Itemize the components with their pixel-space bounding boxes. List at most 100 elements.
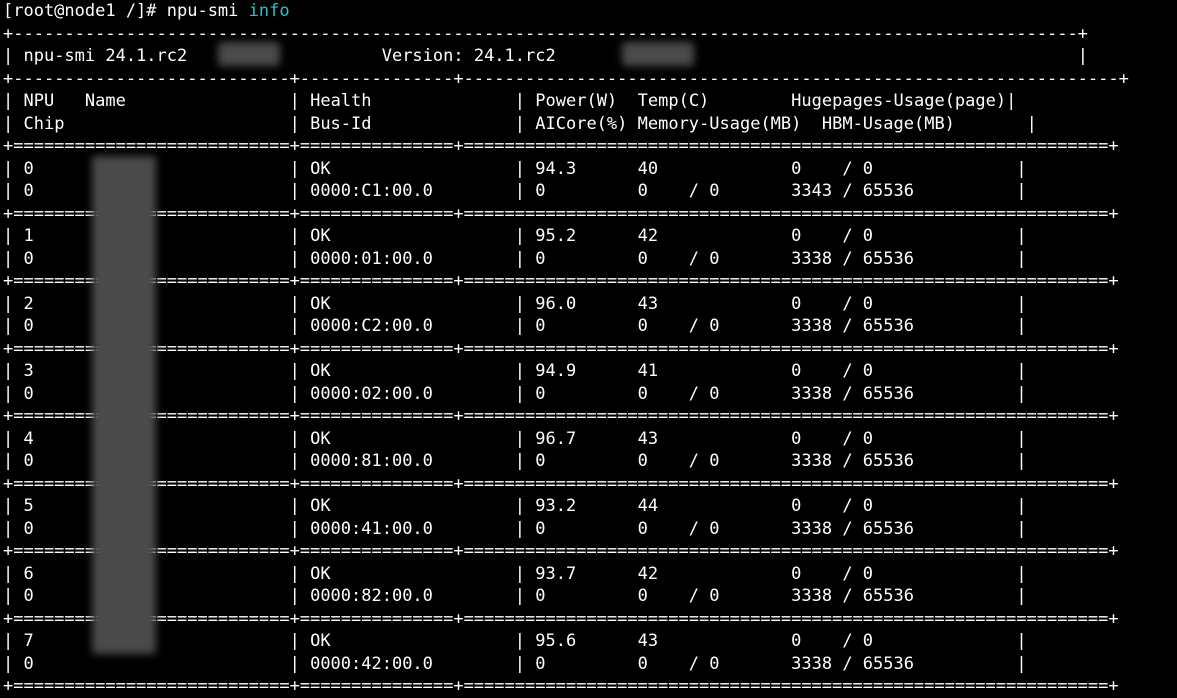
command-argument: info [248,1,290,21]
hugepages-usage: 0 / 0 [791,226,1017,246]
redacted-region [622,42,694,66]
memory-usage: 0 / 0 [637,586,792,606]
col-hbm: HBM-Usage(MB) [821,113,1007,134]
col-memory: Memory-Usage(MB) [637,113,822,134]
temp-value: 41 [637,361,792,381]
memory-usage: 0 / 0 [637,383,792,404]
memory-usage: 0 / 0 [637,248,792,269]
hbm-usage: 3338 / 65536 [791,248,1017,269]
hugepages-usage: 0 / 0 [791,293,1017,314]
hbm-usage: 3338 / 65536 [791,316,1017,336]
npu-id: 3 [23,361,290,381]
terminal-window[interactable]: [root@node1 /]# npu-smi info +----------… [0,0,1177,696]
power-value: 95.2 [535,226,638,246]
table-top-border: +---------------------------------------… [3,23,1088,44]
bus-id: 0000:42:00.0 [310,653,515,674]
aicore-value: 0 [535,383,638,404]
col-npu: NPU [23,91,85,111]
bus-id: 0000:C2:00.0 [310,316,515,336]
device-row-secondary: | 0 | 0000:82:00.0 | 0 0 / 0 3338 / 6553… [3,586,1027,606]
chip-id: 0 [23,451,290,471]
chip-id: 0 [23,316,290,336]
device-row-primary: | 1 | OK | 95.2 42 0 / 0 | [3,226,1027,246]
table-separator: +===========================+===========… [3,608,1119,629]
redacted-region [218,42,280,66]
version-row: | npu-smi 24.1.rc2 Version: 24.1.rc2 | [3,46,1088,66]
device-row-secondary: | 0 | 0000:01:00.0 | 0 0 / 0 3338 / 6553… [3,248,1027,269]
aicore-value: 0 [535,653,638,674]
redacted-region [92,156,156,654]
power-value: 94.9 [535,361,638,381]
chip-id: 0 [23,181,290,201]
aicore-value: 0 [535,586,638,606]
hbm-usage: 3338 / 65536 [791,451,1017,471]
col-name: Name [84,91,290,111]
col-power: Power(W) [535,91,638,111]
bus-id: 0000:41:00.0 [310,518,515,539]
table-separator: +===========================+===========… [3,203,1119,224]
col-chip: Chip [23,113,290,134]
chip-id: 0 [23,383,290,404]
col-aicore: AICore(%) [535,113,638,134]
aicore-value: 0 [535,181,638,201]
device-row-secondary: | 0 | 0000:41:00.0 | 0 0 / 0 3338 / 6553… [3,518,1027,539]
health-status: OK [310,293,515,314]
health-status: OK [310,361,515,381]
power-value: 96.0 [535,293,638,314]
npu-id: 5 [23,496,290,516]
memory-usage: 0 / 0 [637,181,792,201]
hugepages-usage: 0 / 0 [791,496,1017,516]
temp-value: 44 [637,496,792,516]
device-row-primary: | 3 | OK | 94.9 41 0 / 0 | [3,361,1027,381]
table-separator: +===========================+===========… [3,406,1119,426]
temp-value: 43 [637,631,792,651]
hugepages-usage: 0 / 0 [791,361,1017,381]
bus-id: 0000:C1:00.0 [310,181,515,201]
device-row-secondary: | 0 | 0000:81:00.0 | 0 0 / 0 3338 / 6553… [3,451,1027,471]
hugepages-usage: 0 / 0 [791,563,1017,584]
device-row-primary: | 6 | OK | 93.7 42 0 / 0 | [3,563,1027,584]
device-row-secondary: | 0 | 0000:C2:00.0 | 0 0 / 0 3338 / 6553… [3,316,1027,336]
temp-value: 43 [637,428,792,449]
hbm-usage: 3338 / 65536 [791,653,1017,674]
aicore-value: 0 [535,451,638,471]
hugepages-usage: 0 / 0 [791,631,1017,651]
temp-value: 40 [637,158,792,179]
hbm-usage: 3338 / 65536 [791,518,1017,539]
bus-id: 0000:01:00.0 [310,248,515,269]
memory-usage: 0 / 0 [637,316,792,336]
temp-value: 43 [637,293,792,314]
npu-id: 6 [23,563,290,584]
table-separator: +===========================+===========… [3,676,1119,696]
header-separator: +---------------------------+-----------… [3,68,1129,89]
health-status: OK [310,563,515,584]
chip-id: 0 [23,248,290,269]
health-status: OK [310,631,515,651]
bus-id: 0000:81:00.0 [310,451,515,471]
chip-id: 0 [23,653,290,674]
health-status: OK [310,226,515,246]
device-row-primary: | 7 | OK | 95.6 43 0 / 0 | [3,631,1027,651]
device-row-primary: | 4 | OK | 96.7 43 0 / 0 | [3,428,1027,449]
health-status: OK [310,158,515,179]
temp-value: 42 [637,563,792,584]
version-label: Version: 24.1.rc2 [381,46,556,66]
col-health: Health [310,91,515,111]
table-separator: +===========================+===========… [3,338,1119,359]
power-value: 94.3 [535,158,638,179]
npu-table: | NPU Name | Health | Power(W) Temp(C) H… [3,90,1177,698]
bus-id: 0000:02:00.0 [310,383,515,404]
column-header-row: | Chip | Bus-Id | AICore(%) Memory-Usage… [3,113,1037,134]
table-separator: +===========================+===========… [3,541,1119,561]
npu-id: 1 [23,226,290,246]
npu-id: 2 [23,293,290,314]
device-row-primary: | 2 | OK | 96.0 43 0 / 0 | [3,293,1027,314]
device-row-primary: | 0 | OK | 94.3 40 0 / 0 | [3,158,1027,179]
power-value: 96.7 [535,428,638,449]
power-value: 93.2 [535,496,638,516]
power-value: 93.7 [535,563,638,584]
health-status: OK [310,496,515,516]
aicore-value: 0 [535,248,638,269]
col-bus-id: Bus-Id [310,113,515,134]
device-row-secondary: | 0 | 0000:C1:00.0 | 0 0 / 0 3343 / 6553… [3,181,1027,201]
